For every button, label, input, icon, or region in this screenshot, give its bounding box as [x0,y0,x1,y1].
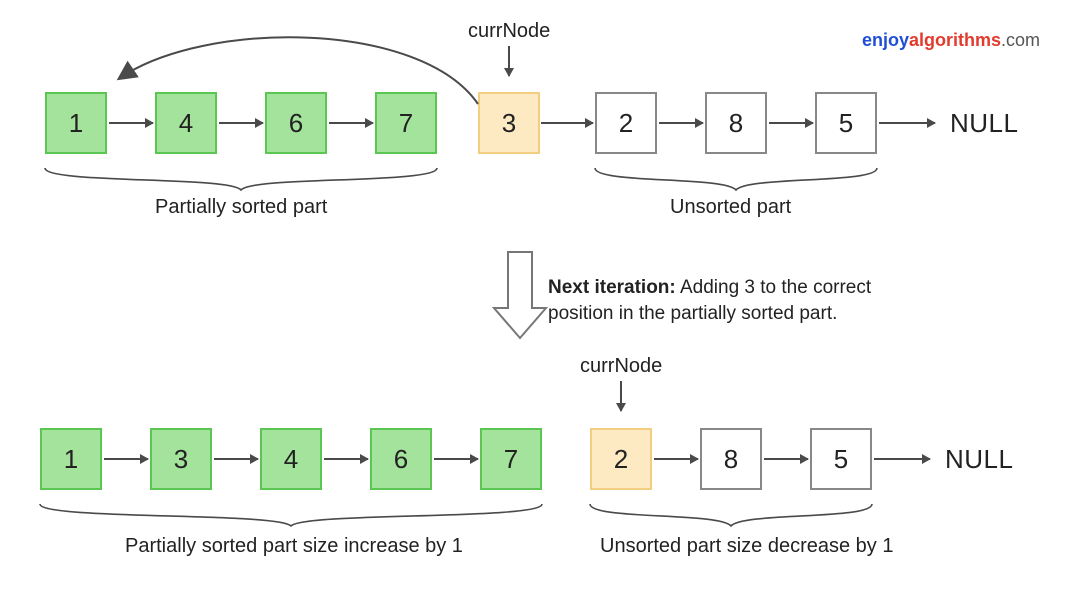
link-arrow-icon [659,122,703,124]
brace-icon [40,504,542,526]
row2-node-5: 2 [590,428,652,490]
iteration-note: Next iteration: Adding 3 to the correct … [548,275,908,326]
unsorted-label-2: Unsorted part size decrease by 1 [600,535,894,558]
currnode-arrow-2 [620,381,622,411]
link-arrow-icon [654,458,698,460]
brace-icon [590,504,872,526]
row1-node-4: 3 [478,92,540,154]
row1-node-5: 2 [595,92,657,154]
row1-node-7: 5 [815,92,877,154]
row2-node-2: 4 [260,428,322,490]
brand-part2: algorithms [909,30,1001,50]
unsorted-label-1: Unsorted part [670,196,791,219]
row1-node-3: 7 [375,92,437,154]
sorted-label-2: Partially sorted part size increase by 1 [125,535,463,558]
row1-node-0: 1 [45,92,107,154]
link-arrow-icon [879,122,935,124]
brace-icon [595,168,877,190]
row2-node-7: 5 [810,428,872,490]
row1-node-6: 8 [705,92,767,154]
sorted-label-1: Partially sorted part [155,196,327,219]
null-label-1: NULL [950,108,1018,139]
row2-node-3: 6 [370,428,432,490]
currnode-arrow-1 [508,46,510,76]
link-arrow-icon [874,458,930,460]
link-arrow-icon [434,458,478,460]
null-label-2: NULL [945,444,1013,475]
big-down-arrow-icon [494,252,546,338]
currnode-label-1: currNode [468,20,550,43]
brand-part1: enjoy [862,30,909,50]
diagram-stage: enjoyalgorithms.com currNode 1 4 6 7 3 2… [0,0,1080,608]
iteration-bold: Next iteration: [548,277,676,298]
link-arrow-icon [769,122,813,124]
row1-node-2: 6 [265,92,327,154]
brace-icon [45,168,437,190]
link-arrow-icon [541,122,593,124]
link-arrow-icon [219,122,263,124]
link-arrow-icon [109,122,153,124]
brand-part3: .com [1001,30,1040,50]
link-arrow-icon [764,458,808,460]
brand-logo: enjoyalgorithms.com [862,30,1040,51]
row2-node-4: 7 [480,428,542,490]
row2-node-1: 3 [150,428,212,490]
row2-node-6: 8 [700,428,762,490]
row1-node-1: 4 [155,92,217,154]
link-arrow-icon [324,458,368,460]
iteration-rest2: position in the partially sorted part. [548,303,837,324]
iteration-rest1: Adding 3 to the correct [676,277,871,298]
link-arrow-icon [214,458,258,460]
link-arrow-icon [329,122,373,124]
currnode-label-2: currNode [580,355,662,378]
row2-node-0: 1 [40,428,102,490]
link-arrow-icon [104,458,148,460]
